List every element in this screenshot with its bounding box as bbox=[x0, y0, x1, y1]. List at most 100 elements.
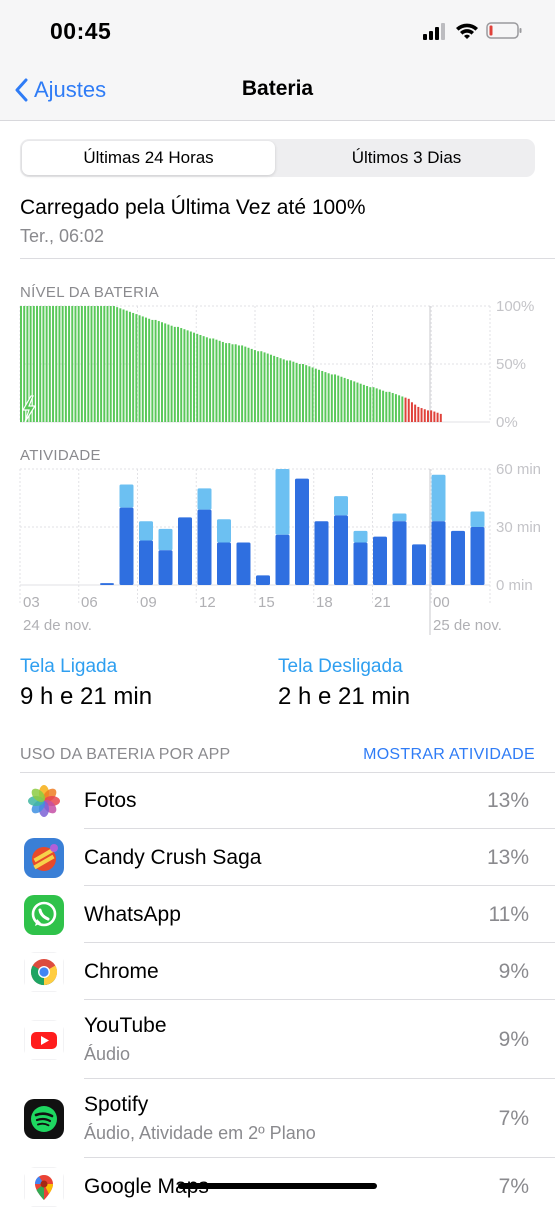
segment-last-24-hours[interactable]: Últimas 24 Horas bbox=[22, 141, 275, 175]
battery-bar bbox=[330, 374, 333, 422]
battery-bar bbox=[282, 359, 285, 422]
battery-bar bbox=[173, 326, 176, 422]
list-item[interactable]: Fotos 13% bbox=[0, 772, 555, 829]
last-charge-title: Carregado pela Última Vez até 100% bbox=[20, 196, 366, 219]
battery-bar bbox=[183, 329, 186, 422]
app-percentage: 9% bbox=[498, 1028, 529, 1051]
battery-bar bbox=[71, 306, 74, 422]
battery-bar bbox=[314, 368, 317, 422]
battery-bar bbox=[430, 410, 433, 422]
battery-bar bbox=[426, 410, 429, 422]
battery-bar bbox=[42, 306, 45, 422]
battery-bar bbox=[295, 362, 298, 422]
show-activity-button[interactable]: MOSTRAR ATIVIDADE bbox=[363, 746, 535, 764]
battery-bar bbox=[311, 367, 314, 422]
battery-bar bbox=[138, 315, 141, 422]
battery-bar bbox=[100, 306, 103, 422]
screen-on-label: Tela Ligada bbox=[20, 656, 118, 677]
battery-bar bbox=[250, 348, 253, 422]
screen-off-bar bbox=[158, 528, 173, 551]
status-time: 00:45 bbox=[50, 18, 112, 44]
app-name: WhatsApp bbox=[84, 903, 181, 926]
battery-bar bbox=[337, 375, 340, 422]
battery-bar bbox=[353, 381, 356, 422]
battery-bar bbox=[279, 358, 282, 422]
battery-bar bbox=[132, 312, 135, 422]
screen-off-bar bbox=[197, 488, 212, 510]
battery-bar bbox=[244, 346, 247, 422]
battery-bar bbox=[372, 387, 375, 422]
battery-bar bbox=[215, 339, 218, 422]
battery-bar bbox=[269, 354, 272, 422]
app-name: Fotos bbox=[84, 789, 137, 812]
activity-chart: 60 min 30 min 0 min 03 06 09 12 15 18 21 00 24 de n… bbox=[19, 461, 541, 635]
battery-bar bbox=[263, 352, 266, 422]
segment-last-3-days[interactable]: Últimos 3 Dias bbox=[280, 141, 533, 175]
battery-bar bbox=[154, 319, 157, 422]
battery-bar bbox=[116, 307, 119, 422]
youtube-icon bbox=[24, 1020, 64, 1060]
screen-on-bar bbox=[451, 530, 465, 585]
battery-bar bbox=[385, 391, 388, 422]
battery-bar bbox=[414, 404, 417, 422]
battery-bar bbox=[436, 412, 439, 422]
screen-on-bar bbox=[295, 478, 309, 585]
last-charge-time: Ter., 06:02 bbox=[20, 226, 105, 246]
list-item[interactable]: Spotify Áudio, Atividade em 2º Plano 7% bbox=[0, 1079, 555, 1158]
screen-on-bar bbox=[373, 536, 387, 585]
home-indicator[interactable] bbox=[178, 1183, 377, 1189]
screen-off-value: 2 h e 21 min bbox=[278, 683, 411, 710]
screen-off-bar bbox=[119, 484, 134, 508]
battery-bar bbox=[45, 306, 48, 422]
page-title: Bateria bbox=[241, 77, 314, 100]
list-item[interactable]: Chrome 9% bbox=[0, 943, 555, 1000]
battery-y-tick-label: 100% bbox=[496, 298, 534, 315]
battery-bar bbox=[122, 309, 125, 422]
screen-off-bar bbox=[470, 511, 485, 527]
battery-bar bbox=[266, 353, 269, 422]
battery-bar bbox=[209, 338, 212, 422]
screen-off-bar bbox=[217, 519, 231, 543]
cellular-signal-icon bbox=[423, 23, 445, 40]
whatsapp-icon bbox=[24, 895, 64, 935]
list-item[interactable]: WhatsApp 11% bbox=[0, 886, 555, 943]
battery-bar bbox=[247, 347, 250, 422]
battery-bar bbox=[433, 411, 436, 422]
screen-on-bar bbox=[392, 521, 407, 585]
battery-bar bbox=[343, 377, 346, 422]
divider bbox=[20, 258, 555, 259]
battery-bar bbox=[221, 341, 224, 422]
battery-bar bbox=[298, 364, 301, 422]
battery-bar bbox=[87, 306, 90, 422]
screen-off-bar bbox=[431, 474, 446, 522]
battery-bar bbox=[292, 361, 295, 422]
battery-bar bbox=[350, 380, 353, 422]
battery-bar bbox=[39, 306, 42, 422]
battery-bar bbox=[234, 344, 237, 422]
activity-x-tick-label: 21 bbox=[374, 594, 391, 611]
navigation-bar: Ajustes Bateria bbox=[0, 60, 555, 121]
status-icons bbox=[423, 22, 522, 40]
list-item[interactable]: Candy Crush Saga 13% bbox=[0, 829, 555, 886]
app-subtitle: Áudio bbox=[84, 1044, 131, 1064]
battery-bar bbox=[170, 325, 173, 422]
screen-off-bar bbox=[353, 530, 368, 543]
battery-bar bbox=[64, 306, 67, 422]
battery-bar bbox=[93, 306, 96, 422]
battery-bar bbox=[77, 306, 80, 422]
screen-off-bar bbox=[139, 521, 153, 541]
battery-bar bbox=[394, 394, 397, 422]
battery-bar bbox=[109, 306, 112, 422]
battery-bar bbox=[302, 364, 304, 422]
battery-bar bbox=[218, 340, 221, 422]
battery-bar bbox=[231, 344, 234, 422]
battery-y-tick-label: 0% bbox=[496, 414, 518, 428]
battery-bar bbox=[378, 389, 381, 422]
list-item[interactable]: YouTube Áudio 9% bbox=[0, 1000, 555, 1079]
battery-y-tick-label: 50% bbox=[496, 356, 526, 373]
screen-on-bar bbox=[334, 515, 348, 585]
battery-bar bbox=[334, 374, 337, 422]
battery-bar bbox=[404, 397, 407, 422]
battery-bar bbox=[417, 406, 420, 422]
battery-bar bbox=[180, 328, 183, 422]
